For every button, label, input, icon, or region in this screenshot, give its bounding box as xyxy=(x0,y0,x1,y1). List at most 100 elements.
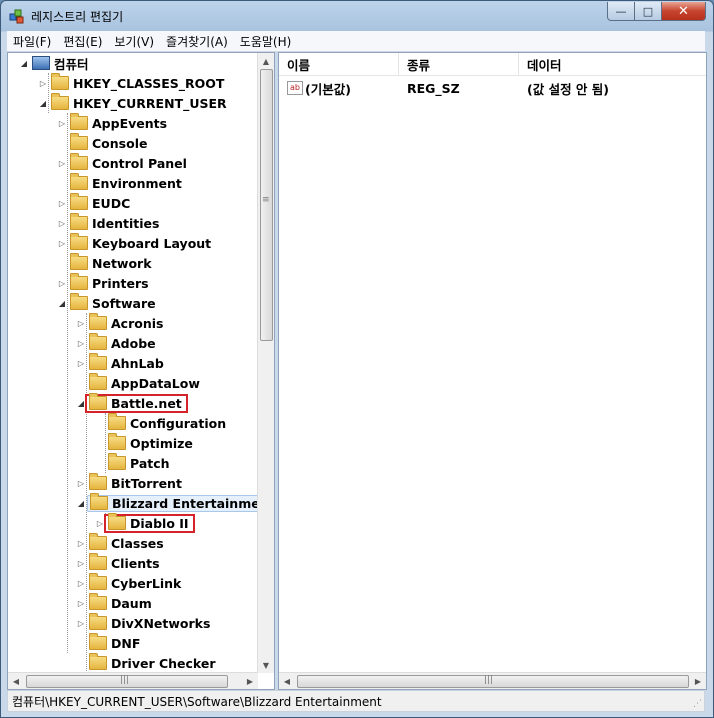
resize-grip-icon[interactable]: ⋰ xyxy=(693,699,702,709)
folder-icon xyxy=(70,253,88,270)
tree-node[interactable]: ▷ Clients xyxy=(75,553,160,573)
tree-node[interactable]: Network xyxy=(56,253,152,273)
tree-node[interactable]: ▷ DivXNetworks xyxy=(75,613,210,633)
column-header-data[interactable]: 데이터 xyxy=(519,53,706,75)
scroll-thumb[interactable] xyxy=(260,69,273,341)
tree-node[interactable]: Console xyxy=(56,133,147,153)
scroll-right-icon[interactable]: ▶ xyxy=(690,673,706,689)
scroll-right-icon[interactable]: ▶ xyxy=(242,673,258,689)
folder-icon xyxy=(89,593,107,610)
tree-node[interactable]: ▷ BitTorrent xyxy=(75,473,182,493)
tree-node-diablo[interactable]: ▷ Diablo II xyxy=(94,513,195,533)
tree-node[interactable]: Patch xyxy=(94,453,170,473)
expand-arrow-icon[interactable]: ▷ xyxy=(56,159,68,168)
scroll-left-icon[interactable]: ◀ xyxy=(8,673,24,689)
tree-node[interactable]: ▷ Adobe xyxy=(75,333,156,353)
folder-icon xyxy=(89,553,107,570)
tree-node[interactable]: ▷ Identities xyxy=(56,213,159,233)
expand-arrow-icon[interactable]: ▷ xyxy=(75,339,87,348)
tree-node-software[interactable]: ◢ Software xyxy=(56,293,156,313)
collapse-arrow-icon[interactable]: ◢ xyxy=(56,299,68,308)
expand-arrow-icon[interactable]: ▷ xyxy=(56,219,68,228)
close-button[interactable]: ✕ xyxy=(661,2,706,21)
tree-label: Diablo II xyxy=(130,515,189,531)
tree-label: 컴퓨터 xyxy=(54,56,89,72)
values-horizontal-scrollbar[interactable]: ◀ ||| ▶ xyxy=(279,672,706,689)
tree-node[interactable]: ▷ Printers xyxy=(56,273,149,293)
menu-edit[interactable]: 편집(E) xyxy=(57,33,108,50)
expand-arrow-icon[interactable]: ▷ xyxy=(56,199,68,208)
tree-node-hkcu[interactable]: ◢ HKEY_CURRENT_USER xyxy=(37,93,227,113)
tree-node[interactable]: ▷ Classes xyxy=(75,533,164,553)
tree-label: Patch xyxy=(130,455,170,471)
menu-view[interactable]: 보기(V) xyxy=(108,33,160,50)
expand-arrow-icon[interactable]: ▷ xyxy=(56,119,68,128)
tree-node-battlenet[interactable]: ◢ Battle.net xyxy=(75,393,188,413)
expand-arrow-icon[interactable]: ▷ xyxy=(56,279,68,288)
tree-node[interactable]: ▷ AhnLab xyxy=(75,353,164,373)
tree-label: Identities xyxy=(92,215,160,231)
collapse-arrow-icon[interactable]: ◢ xyxy=(75,399,87,408)
expand-arrow-icon[interactable]: ▷ xyxy=(75,619,87,628)
tree-node[interactable]: Environment xyxy=(56,173,182,193)
key-tree-pane: ◢ 컴퓨터 ▷ HKEY_CLASSES_ROOT ◢ HKEY_CURRENT… xyxy=(7,52,275,690)
highlight-box: Diablo II xyxy=(104,513,195,533)
tree-node[interactable]: Optimize xyxy=(94,433,193,453)
folder-icon xyxy=(51,73,69,90)
tree-node[interactable]: DNF xyxy=(75,633,140,653)
tree-node[interactable]: ▷ CyberLink xyxy=(75,573,181,593)
tree-horizontal-scrollbar[interactable]: ◀ ||| ▶ xyxy=(8,672,258,689)
folder-icon xyxy=(108,413,126,430)
title-bar[interactable]: 레지스트리 편집기 — □ ✕ xyxy=(1,1,713,31)
scroll-down-icon[interactable]: ▼ xyxy=(258,657,274,673)
tree-node[interactable]: ▷ AppEvents xyxy=(56,113,167,133)
column-header-name[interactable]: 이름 xyxy=(279,53,399,75)
scroll-up-icon[interactable]: ▲ xyxy=(258,53,274,69)
folder-icon xyxy=(70,213,88,230)
expand-arrow-icon[interactable]: ▷ xyxy=(37,79,49,88)
expand-arrow-icon[interactable]: ▷ xyxy=(75,359,87,368)
tree-label: EUDC xyxy=(92,195,131,211)
tree-label: Software xyxy=(92,295,156,311)
minimize-button[interactable]: — xyxy=(607,2,635,21)
tree-node[interactable]: ▷ Keyboard Layout xyxy=(56,233,211,253)
tree-node-hkcr[interactable]: ▷ HKEY_CLASSES_ROOT xyxy=(37,73,224,93)
tree-node[interactable]: Driver Checker xyxy=(75,653,216,673)
column-header-type[interactable]: 종류 xyxy=(399,53,519,75)
tree-label: Environment xyxy=(92,175,182,191)
collapse-arrow-icon[interactable]: ◢ xyxy=(18,59,30,68)
menu-file[interactable]: 파일(F) xyxy=(7,33,57,50)
folder-icon xyxy=(89,573,107,590)
value-row[interactable]: ab (기본값) xyxy=(287,78,351,98)
folder-icon xyxy=(70,173,88,190)
tree-node[interactable]: ▷ EUDC xyxy=(56,193,130,213)
tree-label: Daum xyxy=(111,595,152,611)
tree-node[interactable]: ▷ Control Panel xyxy=(56,153,187,173)
expand-arrow-icon[interactable]: ▷ xyxy=(75,319,87,328)
tree-node[interactable]: AppDataLow xyxy=(75,373,200,393)
expand-arrow-icon[interactable]: ▷ xyxy=(94,519,106,528)
expand-arrow-icon[interactable]: ▷ xyxy=(75,559,87,568)
expand-arrow-icon[interactable]: ▷ xyxy=(75,539,87,548)
expand-arrow-icon[interactable]: ▷ xyxy=(75,479,87,488)
tree-node[interactable]: Configuration xyxy=(94,413,226,433)
expand-arrow-icon[interactable]: ▷ xyxy=(75,579,87,588)
maximize-button[interactable]: □ xyxy=(634,2,662,21)
expand-arrow-icon[interactable]: ▷ xyxy=(56,239,68,248)
tree-node-computer[interactable]: ◢ 컴퓨터 xyxy=(18,53,89,73)
tree-vertical-scrollbar[interactable]: ▲ ≡ ▼ xyxy=(257,53,274,673)
scroll-left-icon[interactable]: ◀ xyxy=(279,673,295,689)
tree-label: HKEY_CLASSES_ROOT xyxy=(73,75,225,91)
tree-label: Configuration xyxy=(130,415,227,431)
tree-node[interactable]: ▷ Daum xyxy=(75,593,152,613)
tree-node-blizzard[interactable]: ◢ Blizzard Entertainment xyxy=(75,493,258,513)
tree-node[interactable]: ▷ Acronis xyxy=(75,313,163,333)
collapse-arrow-icon[interactable]: ◢ xyxy=(37,99,49,108)
tree-label: Clients xyxy=(111,555,160,571)
menu-favorites[interactable]: 즐겨찾기(A) xyxy=(160,33,234,50)
close-icon: ✕ xyxy=(678,3,689,19)
expand-arrow-icon[interactable]: ▷ xyxy=(75,599,87,608)
folder-icon xyxy=(70,293,88,310)
menu-help[interactable]: 도움말(H) xyxy=(234,33,298,50)
collapse-arrow-icon[interactable]: ◢ xyxy=(75,499,87,508)
